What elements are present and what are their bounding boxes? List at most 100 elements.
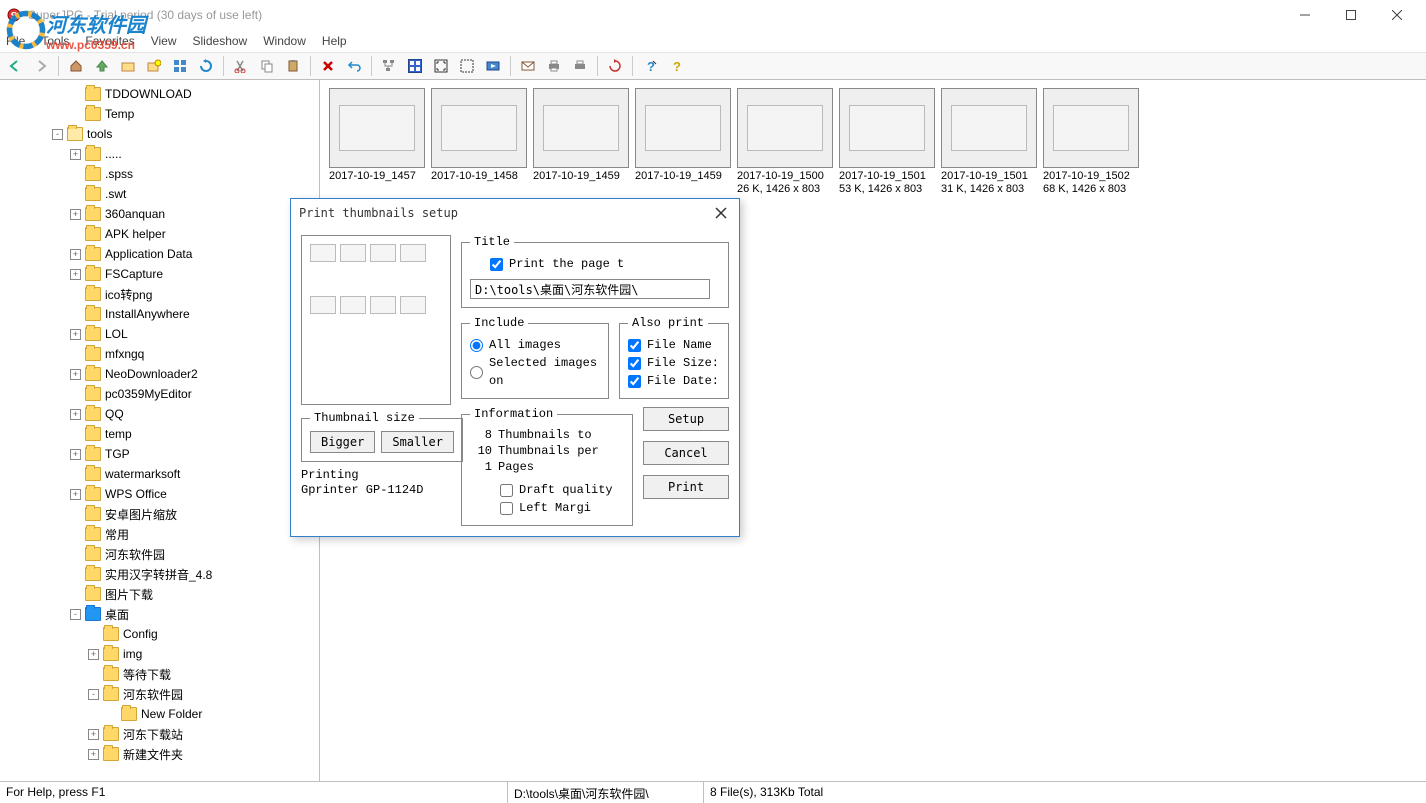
menu-file[interactable]: File — [6, 34, 25, 48]
smaller-button[interactable]: Smaller — [381, 431, 454, 453]
thumbnail-item[interactable]: 2017-10-19_1502 68 K, 1426 x 803 — [1043, 88, 1139, 196]
thumbnail-item[interactable]: 2017-10-19_1501 31 K, 1426 x 803 — [941, 88, 1037, 196]
expand-icon[interactable]: + — [70, 149, 81, 160]
menu-help[interactable]: Help — [322, 34, 347, 48]
tree-item[interactable]: ico转png — [0, 284, 319, 304]
tree-item[interactable]: New Folder — [0, 704, 319, 724]
collapse-icon[interactable]: - — [88, 689, 99, 700]
tree-item[interactable]: 常用 — [0, 524, 319, 544]
tree-item[interactable]: mfxngq — [0, 344, 319, 364]
delete-icon[interactable] — [317, 55, 339, 77]
tree-item[interactable]: Config — [0, 624, 319, 644]
thumbnail-item[interactable]: 2017-10-19_1459 — [635, 88, 731, 196]
tree-item[interactable]: -tools — [0, 124, 319, 144]
expand-icon[interactable]: + — [70, 449, 81, 460]
menu-window[interactable]: Window — [263, 34, 306, 48]
menu-tools[interactable]: Tools — [41, 34, 69, 48]
folder-tree[interactable]: TDDOWNLOADTemp-tools+......spss.swt+360a… — [0, 80, 320, 781]
tree-icon[interactable] — [378, 55, 400, 77]
tree-item[interactable]: +..... — [0, 144, 319, 164]
tree-item[interactable]: +360anquan — [0, 204, 319, 224]
home-icon[interactable] — [65, 55, 87, 77]
all-images-radio[interactable] — [470, 339, 483, 352]
newfolder-icon[interactable] — [143, 55, 165, 77]
thumbs-icon[interactable] — [404, 55, 426, 77]
explorer-icon[interactable] — [117, 55, 139, 77]
print-icon[interactable] — [543, 55, 565, 77]
setup-button[interactable]: Setup — [643, 407, 729, 431]
menu-favorites[interactable]: Favorites — [85, 34, 134, 48]
tree-item[interactable]: +河东下载站 — [0, 724, 319, 744]
tree-item[interactable]: +Application Data — [0, 244, 319, 264]
fit-icon[interactable] — [430, 55, 452, 77]
tree-item[interactable]: -河东软件园 — [0, 684, 319, 704]
paste-icon[interactable] — [282, 55, 304, 77]
thumbnail-item[interactable]: 2017-10-19_1459 — [533, 88, 629, 196]
tree-item[interactable]: +新建文件夹 — [0, 744, 319, 764]
thumbnail-item[interactable]: 2017-10-19_1457 — [329, 88, 425, 196]
expand-icon[interactable]: + — [70, 409, 81, 420]
tree-item[interactable]: 等待下载 — [0, 664, 319, 684]
expand-icon[interactable]: + — [70, 369, 81, 380]
maximize-button[interactable] — [1328, 0, 1374, 30]
tree-item[interactable]: +WPS Office — [0, 484, 319, 504]
cut-icon[interactable] — [230, 55, 252, 77]
expand-icon[interactable]: + — [88, 729, 99, 740]
expand-icon[interactable]: + — [88, 749, 99, 760]
crop-icon[interactable] — [456, 55, 478, 77]
tree-item[interactable]: .swt — [0, 184, 319, 204]
refresh-icon[interactable] — [195, 55, 217, 77]
expand-icon[interactable]: + — [70, 209, 81, 220]
copy-icon[interactable] — [256, 55, 278, 77]
forward-icon[interactable] — [30, 55, 52, 77]
tree-item[interactable]: 实用汉字转拼音_4.8 — [0, 564, 319, 584]
back-icon[interactable] — [4, 55, 26, 77]
menu-slideshow[interactable]: Slideshow — [193, 34, 248, 48]
tree-item[interactable]: temp — [0, 424, 319, 444]
tree-item[interactable]: +TGP — [0, 444, 319, 464]
view-icon[interactable] — [169, 55, 191, 77]
minimize-button[interactable] — [1282, 0, 1328, 30]
draft-quality-checkbox[interactable] — [500, 484, 513, 497]
help-icon[interactable]: ? — [639, 55, 661, 77]
tree-item[interactable]: +QQ — [0, 404, 319, 424]
left-margin-checkbox[interactable] — [500, 502, 513, 515]
expand-icon[interactable]: + — [70, 489, 81, 500]
tree-item[interactable]: 图片下载 — [0, 584, 319, 604]
print2-icon[interactable] — [569, 55, 591, 77]
thumbnail-item[interactable]: 2017-10-19_1500 26 K, 1426 x 803 — [737, 88, 833, 196]
thumbnail-item[interactable]: 2017-10-19_1458 — [431, 88, 527, 196]
print-page-title-checkbox[interactable] — [490, 258, 503, 271]
print-button[interactable]: Print — [643, 475, 729, 499]
expand-icon[interactable]: + — [70, 249, 81, 260]
mail-icon[interactable] — [517, 55, 539, 77]
tree-item[interactable]: -桌面 — [0, 604, 319, 624]
cancel-button[interactable]: Cancel — [643, 441, 729, 465]
tree-item[interactable]: 安卓图片缩放 — [0, 504, 319, 524]
tree-item[interactable]: +NeoDownloader2 — [0, 364, 319, 384]
undo-icon[interactable] — [343, 55, 365, 77]
tree-item[interactable]: +FSCapture — [0, 264, 319, 284]
tree-item[interactable]: +LOL — [0, 324, 319, 344]
expand-icon[interactable]: + — [70, 269, 81, 280]
title-path-input[interactable] — [470, 279, 710, 299]
file-size-checkbox[interactable] — [628, 357, 641, 370]
thumbnail-item[interactable]: 2017-10-19_1501 53 K, 1426 x 803 — [839, 88, 935, 196]
up-icon[interactable] — [91, 55, 113, 77]
tree-item[interactable]: +img — [0, 644, 319, 664]
close-button[interactable] — [1374, 0, 1420, 30]
selected-images-radio[interactable] — [470, 366, 483, 379]
file-date-checkbox[interactable] — [628, 375, 641, 388]
tree-item[interactable]: .spss — [0, 164, 319, 184]
menu-view[interactable]: View — [151, 34, 177, 48]
file-name-checkbox[interactable] — [628, 339, 641, 352]
tree-item[interactable]: APK helper — [0, 224, 319, 244]
slideshow-icon[interactable] — [482, 55, 504, 77]
bigger-button[interactable]: Bigger — [310, 431, 375, 453]
dialog-close-button[interactable] — [711, 203, 731, 223]
tree-item[interactable]: watermarksoft — [0, 464, 319, 484]
about-icon[interactable]: ? — [665, 55, 687, 77]
collapse-icon[interactable]: - — [52, 129, 63, 140]
rotate-icon[interactable] — [604, 55, 626, 77]
collapse-icon[interactable]: - — [70, 609, 81, 620]
